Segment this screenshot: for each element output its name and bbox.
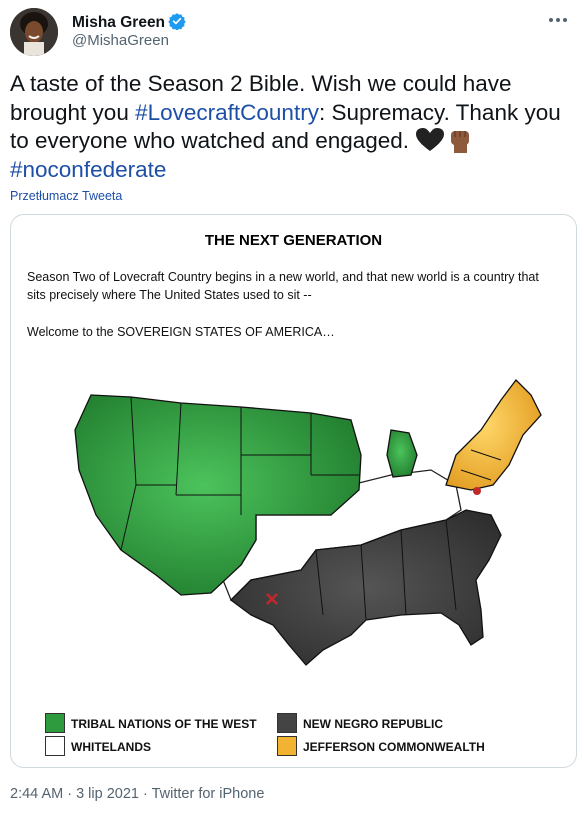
raised-fist-emoji xyxy=(451,131,470,153)
tweet-header: Misha Green @MishaGreen xyxy=(10,8,574,56)
more-options-icon[interactable] xyxy=(546,12,570,28)
hashtag-lovecraftcountry[interactable]: #LovecraftCountry xyxy=(135,100,319,125)
us-map-image xyxy=(74,379,542,666)
legend-jefferson-commonwealth: JEFFERSON COMMONWEALTH xyxy=(277,736,485,756)
legend-swatch-green xyxy=(45,713,65,733)
legend-label: TRIBAL NATIONS OF THE WEST xyxy=(71,717,257,731)
document-title: THE NEXT GENERATION xyxy=(204,232,383,249)
legend-label: JEFFERSON COMMONWEALTH xyxy=(303,740,485,754)
black-heart-emoji xyxy=(416,128,445,151)
tweet-timestamp[interactable]: 2:44 AM · 3 lip 2021 · Twitter for iPhon… xyxy=(10,786,264,802)
media-card[interactable]: THE NEXT GENERATION Season Two of Lovecr… xyxy=(10,214,577,768)
legend-new-negro-republic: NEW NEGRO REPUBLIC xyxy=(277,713,443,733)
document-paragraph-welcome: Welcome to the SOVEREIGN STATES OF AMERI… xyxy=(27,325,335,339)
document-paragraph: Season Two of Lovecraft Country begins i… xyxy=(27,270,539,302)
legend-swatch-gold xyxy=(277,736,297,756)
display-name-text[interactable]: Misha Green xyxy=(72,14,165,31)
translate-link[interactable]: Przetłumacz Tweeta xyxy=(10,189,122,203)
legend-label: WHITELANDS xyxy=(71,740,151,754)
handle[interactable]: @MishaGreen xyxy=(72,32,169,49)
hashtag-noconfederate[interactable]: #noconfederate xyxy=(10,157,166,182)
legend-whitelands: WHITELANDS xyxy=(45,736,151,756)
legend-swatch-white xyxy=(45,736,65,756)
legend-tribal-nations: TRIBAL NATIONS OF THE WEST xyxy=(45,713,257,733)
tweet-text: A taste of the Season 2 Bible. Wish we c… xyxy=(10,70,576,184)
legend-swatch-dark xyxy=(277,713,297,733)
avatar[interactable] xyxy=(10,8,58,56)
display-name[interactable]: Misha Green xyxy=(72,12,186,32)
verified-badge-icon xyxy=(168,13,186,30)
legend-label: NEW NEGRO REPUBLIC xyxy=(303,717,444,731)
